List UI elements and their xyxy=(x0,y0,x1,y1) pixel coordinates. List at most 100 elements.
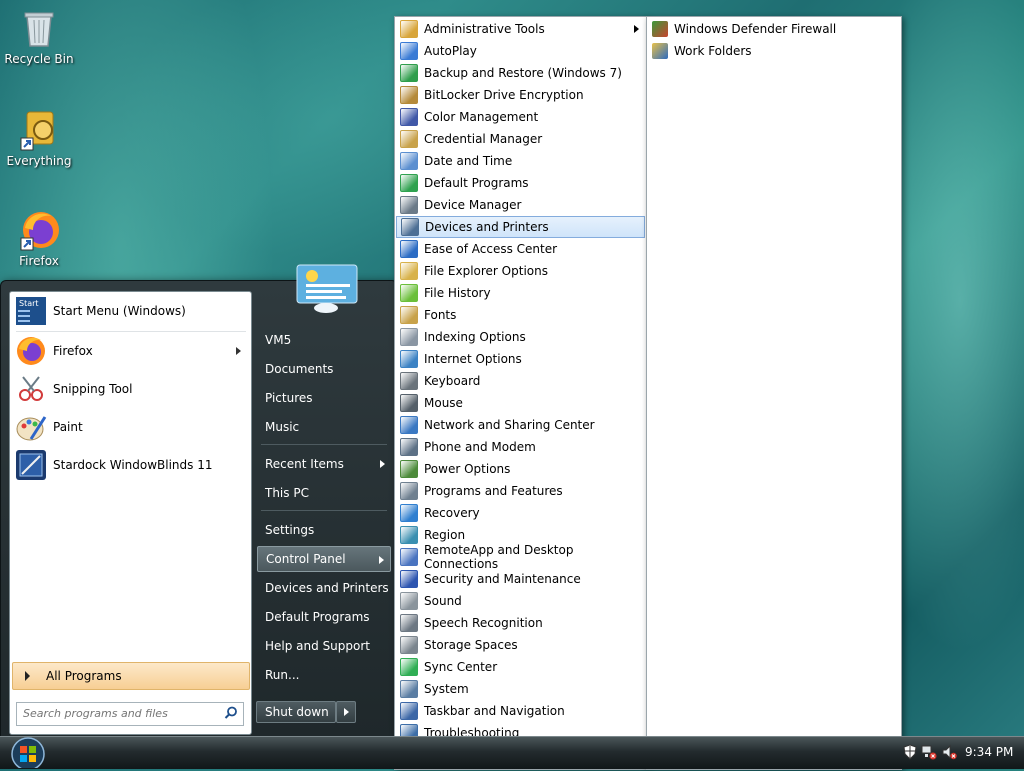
menu-item-taskbar-and-navigation[interactable]: Taskbar and Navigation xyxy=(396,700,645,722)
pinned-windowblinds[interactable]: Stardock WindowBlinds 11 xyxy=(13,448,249,482)
submenu-arrow-icon xyxy=(379,556,384,564)
right-item-label: Recent Items xyxy=(265,457,344,471)
all-programs-button[interactable]: All Programs xyxy=(12,662,250,690)
pinned-paint[interactable]: Paint xyxy=(13,410,249,444)
menu-item-label: AutoPlay xyxy=(424,44,477,58)
menu-item-file-explorer-options[interactable]: File Explorer Options xyxy=(396,260,645,282)
firewall-icon xyxy=(652,21,668,37)
right-item-settings[interactable]: Settings xyxy=(257,517,391,543)
menu-item-devices-and-printers[interactable]: Devices and Printers xyxy=(396,216,645,238)
right-item-label: Control Panel xyxy=(266,552,346,566)
power-icon xyxy=(400,460,418,478)
snipping-tool-icon xyxy=(15,373,47,405)
volume-muted-icon[interactable] xyxy=(941,744,957,760)
menu-item-remoteapp-and-desktop-connections[interactable]: RemoteApp and Desktop Connections xyxy=(396,543,645,571)
menu-item-date-and-time[interactable]: Date and Time xyxy=(396,150,645,172)
sync-icon xyxy=(400,658,418,676)
shutdown-button[interactable]: Shut down xyxy=(256,701,336,723)
search-icon[interactable] xyxy=(224,706,238,720)
right-item-control-panel[interactable]: Control Panel xyxy=(257,546,391,572)
menu-item-network-and-sharing-center[interactable]: Network and Sharing Center xyxy=(396,414,645,436)
menu-item-mouse[interactable]: Mouse xyxy=(396,392,645,414)
menu-item-autoplay[interactable]: AutoPlay xyxy=(396,40,645,62)
menu-item-label: Device Manager xyxy=(424,198,522,212)
search-input[interactable] xyxy=(17,703,219,723)
right-item-default-programs[interactable]: Default Programs xyxy=(257,604,391,630)
menu-item-label: Devices and Printers xyxy=(425,220,549,234)
menu-item-administrative-tools[interactable]: Administrative Tools xyxy=(396,18,645,40)
menu-item-file-history[interactable]: File History xyxy=(396,282,645,304)
menu-item-power-options[interactable]: Power Options xyxy=(396,458,645,480)
work-folders-icon xyxy=(652,43,668,59)
menu-item-label: Indexing Options xyxy=(424,330,526,344)
menu-item-label: Default Programs xyxy=(424,176,529,190)
menu-item-label: Work Folders xyxy=(674,44,752,58)
menu-item-label: Network and Sharing Center xyxy=(424,418,595,432)
menu-item-backup-and-restore-windows-7[interactable]: Backup and Restore (Windows 7) xyxy=(396,62,645,84)
menu-item-device-manager[interactable]: Device Manager xyxy=(396,194,645,216)
menu-item-keyboard[interactable]: Keyboard xyxy=(396,370,645,392)
right-item-this-pc[interactable]: This PC xyxy=(257,480,391,506)
right-item-label: Run... xyxy=(265,668,300,682)
search-box[interactable] xyxy=(16,702,244,726)
security-shield-icon[interactable] xyxy=(903,744,917,760)
autoplay-icon xyxy=(400,42,418,60)
menu-item-label: RemoteApp and Desktop Connections xyxy=(424,543,574,571)
desktop-icon-recycle-bin[interactable]: Recycle Bin xyxy=(4,6,74,66)
start-icon-text: Start xyxy=(19,299,39,308)
file-history-icon xyxy=(400,284,418,302)
region-icon xyxy=(400,526,418,544)
desktop-icon-everything[interactable]: Everything xyxy=(4,108,74,168)
clock[interactable]: 9:34 PM xyxy=(965,745,1013,759)
menu-item-speech-recognition[interactable]: Speech Recognition xyxy=(396,612,645,634)
menu-item-programs-and-features[interactable]: Programs and Features xyxy=(396,480,645,502)
menu-item-credential-manager[interactable]: Credential Manager xyxy=(396,128,645,150)
menu-item-label: File History xyxy=(424,286,491,300)
right-item-run[interactable]: Run... xyxy=(257,662,391,688)
menu-item-label: Date and Time xyxy=(424,154,513,168)
menu-item-label: Phone and Modem xyxy=(424,440,536,454)
start-button[interactable] xyxy=(6,736,50,771)
menu-item-system[interactable]: System xyxy=(396,678,645,700)
menu-item-internet-options[interactable]: Internet Options xyxy=(396,348,645,370)
menu-item-color-management[interactable]: Color Management xyxy=(396,106,645,128)
right-item-recent-items[interactable]: Recent Items xyxy=(257,451,391,477)
pinned-firefox[interactable]: Firefox xyxy=(13,334,249,368)
menu-item-work-folders[interactable]: Work Folders xyxy=(648,40,897,62)
menu-item-indexing-options[interactable]: Indexing Options xyxy=(396,326,645,348)
menu-item-phone-and-modem[interactable]: Phone and Modem xyxy=(396,436,645,458)
pinned-snipping-tool[interactable]: Snipping Tool xyxy=(13,372,249,406)
firefox-icon xyxy=(15,335,47,367)
menu-item-default-programs[interactable]: Default Programs xyxy=(396,172,645,194)
menu-item-recovery[interactable]: Recovery xyxy=(396,502,645,524)
shutdown-options-button[interactable] xyxy=(336,701,356,723)
divider xyxy=(16,331,246,332)
pinned-label: Start Menu (Windows) xyxy=(53,304,186,318)
right-item-help-and-support[interactable]: Help and Support xyxy=(257,633,391,659)
keyboard-icon xyxy=(400,372,418,390)
divider xyxy=(261,510,387,511)
menu-item-label: Programs and Features xyxy=(424,484,563,498)
triangle-right-icon xyxy=(25,671,30,681)
pinned-start-menu-windows[interactable]: Start Start Menu (Windows) xyxy=(13,294,249,328)
user-picture-icon[interactable] xyxy=(296,264,358,314)
right-item-documents[interactable]: Documents xyxy=(257,356,391,382)
fonts-icon xyxy=(400,306,418,324)
right-item-music[interactable]: Music xyxy=(257,414,391,440)
menu-item-windows-defender-firewall[interactable]: Windows Defender Firewall xyxy=(648,18,897,40)
right-item-vm5[interactable]: VM5 xyxy=(257,327,391,353)
menu-item-storage-spaces[interactable]: Storage Spaces xyxy=(396,634,645,656)
start-menu-right-pane: VM5 Documents Pictures Music Recent Item… xyxy=(257,325,393,735)
menu-item-security-and-maintenance[interactable]: Security and Maintenance xyxy=(396,568,645,590)
menu-item-ease-of-access-center[interactable]: Ease of Access Center xyxy=(396,238,645,260)
menu-item-sound[interactable]: Sound xyxy=(396,590,645,612)
menu-item-bitlocker-drive-encryption[interactable]: BitLocker Drive Encryption xyxy=(396,84,645,106)
right-item-pictures[interactable]: Pictures xyxy=(257,385,391,411)
menu-item-label: Color Management xyxy=(424,110,539,124)
network-disconnected-icon[interactable] xyxy=(921,744,937,760)
menu-item-sync-center[interactable]: Sync Center xyxy=(396,656,645,678)
right-item-devices-and-printers[interactable]: Devices and Printers xyxy=(257,575,391,601)
menu-item-label: Ease of Access Center xyxy=(424,242,558,256)
desktop-icon-firefox[interactable]: Firefox xyxy=(4,208,74,268)
menu-item-fonts[interactable]: Fonts xyxy=(396,304,645,326)
